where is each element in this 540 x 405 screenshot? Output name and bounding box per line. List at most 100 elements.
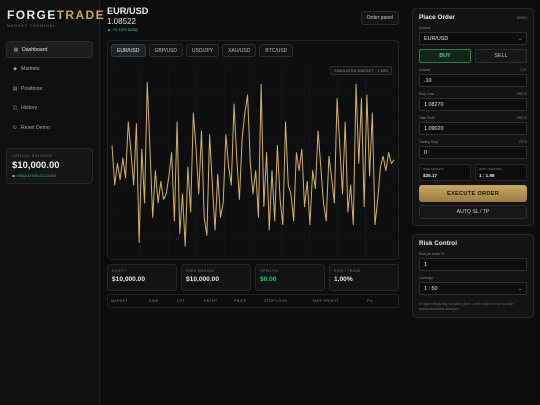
chart-card: EUR/USD GBP/USD USD/JPY XAU/USD BTC/USD … (107, 40, 399, 260)
volume-label: Volume LOT (419, 68, 527, 72)
take-profit-field[interactable]: 1.09020 (419, 122, 527, 135)
demo-tag: DEMO (516, 16, 527, 20)
right-panel: Place Order DEMO Symbol EUR/USD ⌄ BUY SE… (412, 8, 534, 319)
stat-risk-trade: RISK / TRADE 1.00% (329, 264, 399, 291)
order-title: Place Order (419, 14, 455, 21)
risk-reward-box: RISK : REWARD 1 : 1.98 (475, 164, 527, 181)
risk-per-trade-field[interactable]: 1 (419, 258, 527, 271)
col-entry: ENTRY (204, 299, 218, 303)
chevron-down-icon: ⌄ (518, 35, 522, 41)
sell-button[interactable]: SELL (475, 49, 527, 63)
status-dot-icon (12, 174, 15, 178)
grid-icon: ▦ (13, 46, 19, 53)
col-take-profit: TAKE PROFIT (312, 299, 339, 303)
account-status-label: SIMULATION ACCOUNT (16, 174, 57, 178)
clock-icon: ◫ (12, 105, 18, 111)
tab-eur-usd[interactable]: EUR/USD (111, 44, 146, 57)
col-lot: LOT (177, 299, 185, 303)
order-estimates: RISK AMOUNT $25.17 RISK : REWARD 1 : 1.9… (419, 164, 527, 181)
col-market: MARKET (111, 299, 128, 303)
chevron-down-icon: ⌄ (518, 285, 522, 291)
col-stop-loss: STOP LOSS (264, 299, 287, 303)
tab-xau-usd[interactable]: XAU/USD (222, 44, 257, 57)
risk-title: Risk Control (419, 240, 457, 247)
reset-icon: ↻ (12, 124, 18, 131)
tab-gbp-usd[interactable]: GBP/USD (148, 44, 184, 57)
stat-free-margin: FREE MARGIN $10,000.00 (181, 264, 251, 291)
balance-label: VIRTUAL BALANCE (12, 154, 53, 158)
brand-subtitle: MARKET TERMINAL (7, 24, 57, 28)
execute-order-button[interactable]: EXECUTE ORDER (419, 185, 527, 202)
stat-equity: EQUITY $10,000.00 (107, 264, 177, 291)
symbol-tabs: EUR/USD GBP/USD USD/JPY XAU/USD BTC/USD (111, 44, 294, 57)
sidebar-item-label: Markets (21, 66, 40, 72)
risk-control: Risk Control Risk per trade % 1 Leverage… (412, 234, 534, 319)
col-price: PRICE (234, 299, 247, 303)
pair-price: 1.08522 (107, 17, 136, 26)
chart-grid (111, 68, 395, 258)
balance-value: $10,000.00 (12, 160, 60, 171)
trailing-stop-label: Trailing Stop PIPS (419, 140, 527, 144)
sidebar-item-reset-demo[interactable]: ↻ Reset Demo (6, 119, 93, 136)
take-profit-label: Take Profit PRICE (419, 116, 527, 120)
risk-amount-value: $25.17 (423, 173, 438, 178)
risk-note: En ingen rådgivning, simulerte priser. J… (419, 302, 514, 311)
risk-amount-box: RISK AMOUNT $25.17 (419, 164, 471, 181)
stat-label: RISK / TRADE (334, 269, 361, 273)
account-stats: EQUITY $10,000.00 FREE MARGIN $10,000.00… (107, 264, 399, 291)
stop-loss-label: Stop Loss PRICE (419, 92, 527, 96)
order-form: Place Order DEMO Symbol EUR/USD ⌄ BUY SE… (412, 8, 534, 226)
pair-title: EUR/USD (107, 6, 149, 16)
risk-head: Risk Control (419, 240, 527, 247)
risk-per-trade-label: Risk per trade % (419, 252, 445, 256)
symbol-select-value: EUR/USD (424, 35, 449, 42)
volume-field[interactable]: .10 (419, 74, 527, 87)
buy-button[interactable]: BUY (419, 49, 471, 63)
stat-label: EQUITY (112, 269, 128, 273)
positions-table-header: MARKET SIDE LOT ENTRY PRICE STOP LOSS TA… (107, 294, 399, 308)
stat-label: OPEN P/L (260, 269, 279, 273)
sidebar-item-label: Positions (21, 85, 43, 92)
col-side: SIDE (149, 299, 159, 303)
col-pl: P/L (367, 299, 374, 303)
market-badge: SIMULATED MARKET · 1 MIN (330, 66, 392, 75)
diamond-icon: ◆ (13, 66, 17, 72)
leverage-select[interactable]: 1 : 50 ⌄ (419, 282, 527, 295)
pair-change: ▲ +0.12% today (107, 27, 139, 32)
sidebar-item-dashboard[interactable]: ▦ Dashboard (6, 41, 93, 58)
stat-value: $0.00 (260, 276, 277, 283)
stat-value: $10,000.00 (186, 276, 220, 283)
trailing-stop-field[interactable]: 0 (419, 146, 527, 159)
side-toggle: BUY SELL (419, 49, 527, 63)
stat-value: $10,000.00 (112, 276, 146, 283)
sidebar-item-label: History (21, 105, 38, 111)
sidebar: FORGETRADE MARKET TERMINAL ▦ Dashboard ◆… (0, 0, 106, 405)
risk-reward-label: RISK : REWARD (479, 167, 502, 171)
risk-reward-value: 1 : 1.98 (479, 173, 495, 178)
sidebar-item-markets[interactable]: ◆ Markets (6, 61, 93, 78)
sidebar-nav: ▦ Dashboard ◆ Markets ▤ Positions ◫ Hist… (6, 41, 93, 136)
stop-loss-field[interactable]: 1.08270 (419, 98, 527, 111)
account-status: SIMULATION ACCOUNT (12, 174, 87, 178)
symbol-select[interactable]: EUR/USD ⌄ (419, 32, 527, 45)
brand: FORGETRADE MARKET TERMINAL (6, 8, 106, 28)
sidebar-item-label: Dashboard (22, 46, 48, 53)
order-head: Place Order DEMO (419, 14, 527, 21)
leverage-label: Leverage (419, 276, 434, 280)
tab-btc-usd[interactable]: BTC/USD (259, 44, 294, 57)
stat-label: FREE MARGIN (186, 269, 214, 273)
symbol-label: Symbol (419, 26, 431, 30)
risk-amount-label: RISK AMOUNT (423, 167, 444, 171)
auto-sl-tp-button[interactable]: AUTO SL / TP (419, 205, 527, 219)
leverage-select-value: 1 : 50 (424, 285, 438, 292)
stat-open-pl: OPEN P/L $0.00 (255, 264, 325, 291)
brand-logo: FORGETRADE (7, 8, 106, 22)
tab-usd-jpy[interactable]: USD/JPY (186, 44, 220, 57)
sidebar-item-history[interactable]: ◫ History (6, 100, 93, 117)
sidebar-item-positions[interactable]: ▤ Positions (6, 80, 93, 97)
balance-card: VIRTUAL BALANCE $10,000.00 SIMULATION AC… (6, 148, 93, 184)
pair-header: EUR/USD 1.08522 ▲ +0.12% today Order pan… (107, 6, 399, 40)
order-panel-button[interactable]: Order panel (360, 11, 399, 25)
stack-icon: ▤ (12, 85, 18, 92)
stat-value: 1.00% (334, 276, 353, 283)
